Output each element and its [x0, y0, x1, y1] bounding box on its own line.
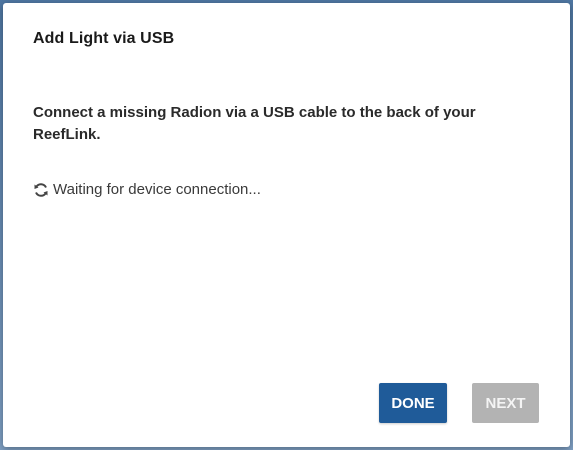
refresh-icon: [33, 182, 49, 198]
done-button[interactable]: DONE: [379, 383, 447, 423]
dialog-title: Add Light via USB: [33, 30, 175, 47]
dialog-message: Connect a missing Radion via a USB cable…: [33, 104, 476, 143]
connection-status: Waiting for device connection...: [33, 181, 261, 198]
next-button[interactable]: NEXT: [472, 383, 539, 423]
add-light-dialog: Add Light via USB Connect a missing Radi…: [3, 3, 570, 447]
status-text: Waiting for device connection...: [53, 181, 261, 198]
